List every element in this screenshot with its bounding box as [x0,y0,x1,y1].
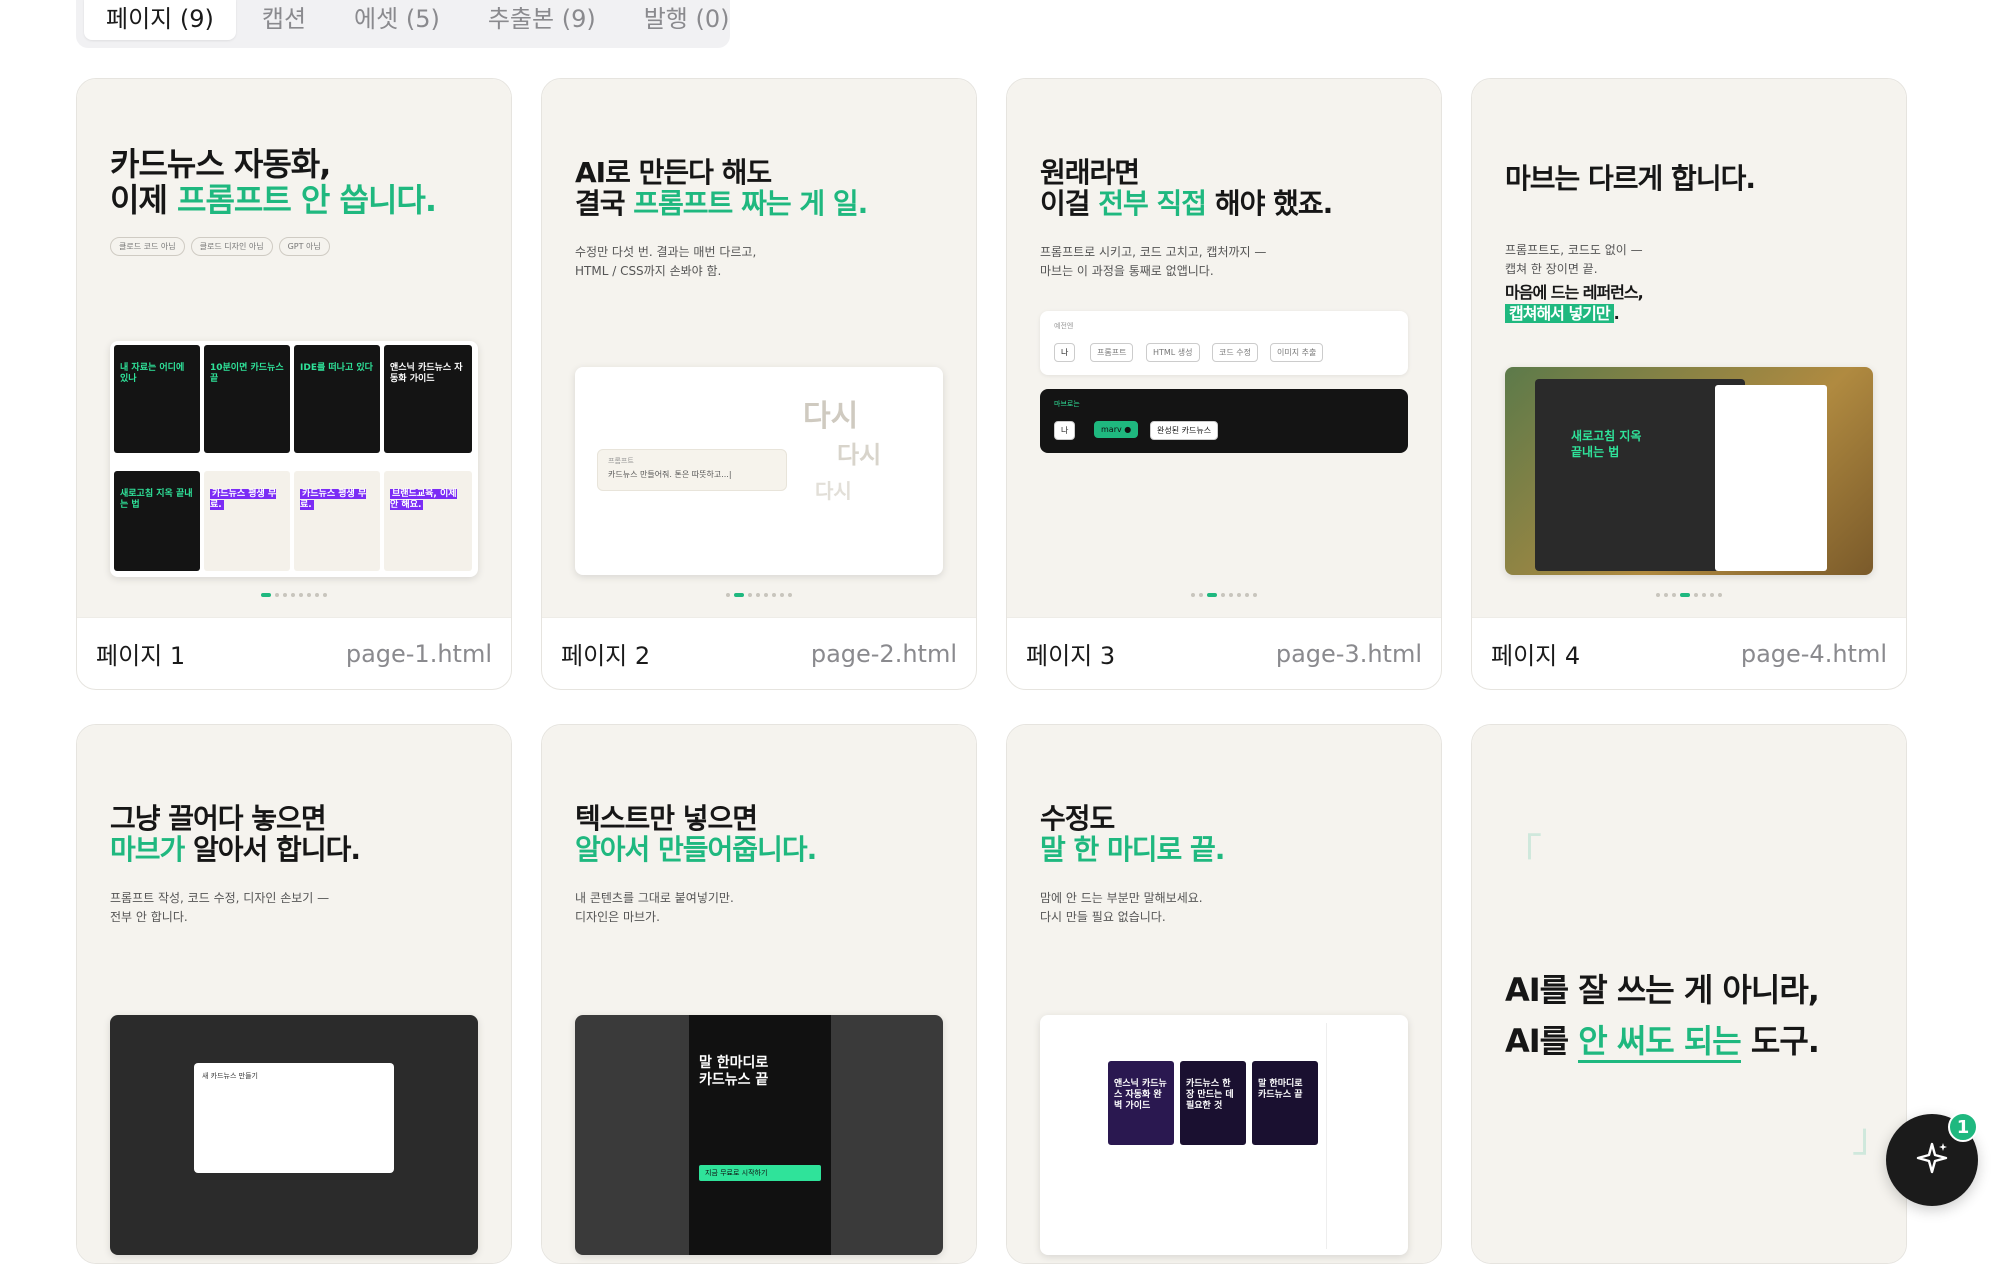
thumbnail-subtext: 프롬프트 작성, 코드 수정, 디자인 손보기 — 전부 안 합니다. [110,891,330,924]
mini-card: 말 한마디로 카드뉴스 끝 [1252,1061,1318,1145]
file-name: page-2.html [810,639,957,668]
thumbnail-headline: AI로 만든다 해도 결국 프롬프트 짜는 게 일. [575,156,868,221]
page-thumbnail: 마브는 다르게 합니다. 프롬프트도, 코드도 없이 — 캡쳐 한 장이면 끝. … [1472,79,1906,617]
chat-panel [1326,1023,1402,1249]
mini-card: 새로고침 지옥 끝내는 법 [114,471,200,571]
page-card-footer: 페이지 4 page-4.html [1472,617,1906,689]
mini-card: 앤스닉 카드뉴스 자동화 완벽 가이드 [1108,1061,1174,1145]
slide-dots [77,593,511,597]
mini-card: 내 자료는 어디에 있나 [114,345,200,453]
mini-card: 카드뉴스 한 장 만드는 데 필요한 것 [1180,1061,1246,1145]
page-card-1[interactable]: 카드뉴스 자동화, 이제 프롬프트 안 씁니다. 클로드 코드 아님 클로드 디… [76,78,512,690]
page-card-footer: 페이지 3 page-3.html [1007,617,1441,689]
app-preview: 말 한마디로 카드뉴스 끝 지금 무료로 시작하기 [575,1015,943,1255]
page-card-4[interactable]: 마브는 다르게 합니다. 프롬프트도, 코드도 없이 — 캡쳐 한 장이면 끝. … [1471,78,1907,690]
mini-card: 앤스닉 카드뉴스 자동화 가이드 [384,345,472,453]
page-card-6[interactable]: 텍스트만 넣으면 알아서 만들어줍니다. 내 콘텐츠를 그대로 붙여넣기만. 디자… [541,724,977,1264]
mini-card: IDE를 떠나고 있다 [294,345,380,453]
screenshot-preview: 새로고침 지옥 끝내는 법 [1505,367,1873,575]
thumbnail-headline: 수정도 말 한 마디로 끝. [1040,802,1225,867]
new-card-dialog: 새 카드뉴스 만들기 [194,1063,394,1173]
mini-card: 카드뉴스 평생 무료. [294,471,380,571]
sparkle-icon [1912,1138,1952,1182]
tab-pages[interactable]: 페이지 (9) [84,0,236,40]
thumbnail-headline: 마브는 다르게 합니다. [1505,162,1756,195]
thumbnail-headline: 텍스트만 넣으면 알아서 만들어줍니다. [575,802,817,867]
chat-panel [1715,385,1827,571]
page-thumbnail: 원래라면 이걸 전부 직접 해야 했죠. 프롬프트로 시키고, 코드 고치고, … [1007,79,1441,617]
page-thumbnail: 수정도 말 한 마디로 끝. 맘에 안 드는 부분만 말해보세요. 다시 만들 필… [1007,725,1441,1263]
page-card-8[interactable]: 「 AI를 잘 쓰는 게 아니라, AI를 안 써도 되는 도구. 」 [1471,724,1907,1264]
mini-card: 브랜드교육, 이제 안 해요. [384,471,472,571]
tab-bar: 페이지 (9) 캡션 에셋 (5) 추출본 (9) 발행 (0) [76,0,730,48]
thumbnail-headline: 그냥 끌어다 놓으면 마브가 알아서 합니다. [110,802,361,867]
page-card-footer: 페이지 1 page-1.html [77,617,511,689]
slide-dots [542,593,976,597]
thumbnail-headline: AI를 잘 쓰는 게 아니라, AI를 안 써도 되는 도구. [1505,965,1820,1067]
file-name: page-3.html [1275,639,1422,668]
slide-dots [1472,593,1906,597]
mini-card: 카드뉴스 평생 무료. [204,471,290,571]
editor-preview: 앤스닉 카드뉴스 자동화 완벽 가이드 카드뉴스 한 장 만드는 데 필요한 것… [1040,1015,1408,1255]
thumbnail-subtext: 프롬프트로 시키고, 코드 고치고, 캡처까지 — 마브는 이 과정을 통째로 없… [1040,245,1267,278]
page-thumbnail: 카드뉴스 자동화, 이제 프롬프트 안 씁니다. 클로드 코드 아님 클로드 디… [77,79,511,617]
page-name: 페이지 3 [1026,642,1116,670]
page-card-3[interactable]: 원래라면 이걸 전부 직접 해야 했죠. 프롬프트로 시키고, 코드 고치고, … [1006,78,1442,690]
page-card-2[interactable]: AI로 만든다 해도 결국 프롬프트 짜는 게 일. 수정만 다섯 번. 결과는… [541,78,977,690]
after-flow: 마브로는 나 marv ● 완성된 카드뉴스 [1040,389,1408,453]
tab-publish[interactable]: 발행 (0) [622,0,752,40]
tag-chips: 클로드 코드 아님 클로드 디자인 아님 GPT 아님 [110,237,330,256]
thumbnail-subtext: 내 콘텐츠를 그대로 붙여넣기만. 디자인은 마브가. [575,891,734,924]
page-thumbnail: 그냥 끌어다 놓으면 마브가 알아서 합니다. 프롬프트 작성, 코드 수정, … [77,725,511,1263]
page-card-7[interactable]: 수정도 말 한 마디로 끝. 맘에 안 드는 부분만 말해보세요. 다시 만들 필… [1006,724,1442,1264]
page-thumbnail: 텍스트만 넣으면 알아서 만들어줍니다. 내 콘텐츠를 그대로 붙여넣기만. 디자… [542,725,976,1263]
thumbnail-emphasis: 마음에 드는 레퍼런스, 캡쳐해서 넣기만. [1505,283,1644,323]
before-flow: 예전엔 나 프롬프트 HTML 생성 코드 수정 이미지 추출 [1040,311,1408,375]
phone-preview: 말 한마디로 카드뉴스 끝 지금 무료로 시작하기 [689,1015,831,1255]
tag-chip: 클로드 코드 아님 [110,237,185,256]
card-preview-grid: 내 자료는 어디에 있나 10분이면 카드뉴스 끝 IDE를 떠나고 있다 앤스… [110,341,478,577]
tab-assets[interactable]: 에셋 (5) [332,0,462,40]
tag-chip: GPT 아님 [278,237,330,256]
upload-preview: 새 카드뉴스 만들기 [110,1015,478,1255]
page-name: 페이지 1 [96,642,186,670]
prompt-illustration: 프롬프트 카드뉴스 만들어줘. 톤은 따뜻하고...| 다시 다시 다시 [575,367,943,575]
editor-panel: 새로고침 지옥 끝내는 법 [1535,379,1745,571]
prompt-box: 프롬프트 카드뉴스 만들어줘. 톤은 따뜻하고...| [597,449,787,491]
notification-badge: 1 [1948,1112,1978,1142]
thumbnail-headline: 카드뉴스 자동화, 이제 프롬프트 안 씁니다. [110,145,437,219]
page-name: 페이지 4 [1491,642,1581,670]
page-thumbnail: AI로 만든다 해도 결국 프롬프트 짜는 게 일. 수정만 다섯 번. 결과는… [542,79,976,617]
slide-dots [1007,593,1441,597]
tab-exports[interactable]: 추출본 (9) [466,0,618,40]
file-name: page-1.html [345,639,492,668]
quote-open: 「 [1502,831,1542,877]
page-thumbnail: 「 AI를 잘 쓰는 게 아니라, AI를 안 써도 되는 도구. 」 [1472,725,1906,1263]
thumbnail-subtext: 맘에 안 드는 부분만 말해보세요. 다시 만들 필요 없습니다. [1040,891,1203,924]
page-name: 페이지 2 [561,642,651,670]
tab-captions[interactable]: 캡션 [240,0,328,40]
page-card-5[interactable]: 그냥 끌어다 놓으면 마브가 알아서 합니다. 프롬프트 작성, 코드 수정, … [76,724,512,1264]
page-card-footer: 페이지 2 page-2.html [542,617,976,689]
mini-card: 10분이면 카드뉴스 끝 [204,345,290,453]
thumbnail-subtext: 프롬프트도, 코드도 없이 — 캡쳐 한 장이면 끝. [1505,243,1643,276]
thumbnail-headline: 원래라면 이걸 전부 직접 해야 했죠. [1040,156,1333,221]
file-name: page-4.html [1740,639,1887,668]
thumbnail-subtext: 수정만 다섯 번. 결과는 매번 다르고, HTML / CSS까지 손봐야 함. [575,245,757,278]
tag-chip: 클로드 디자인 아님 [190,237,273,256]
